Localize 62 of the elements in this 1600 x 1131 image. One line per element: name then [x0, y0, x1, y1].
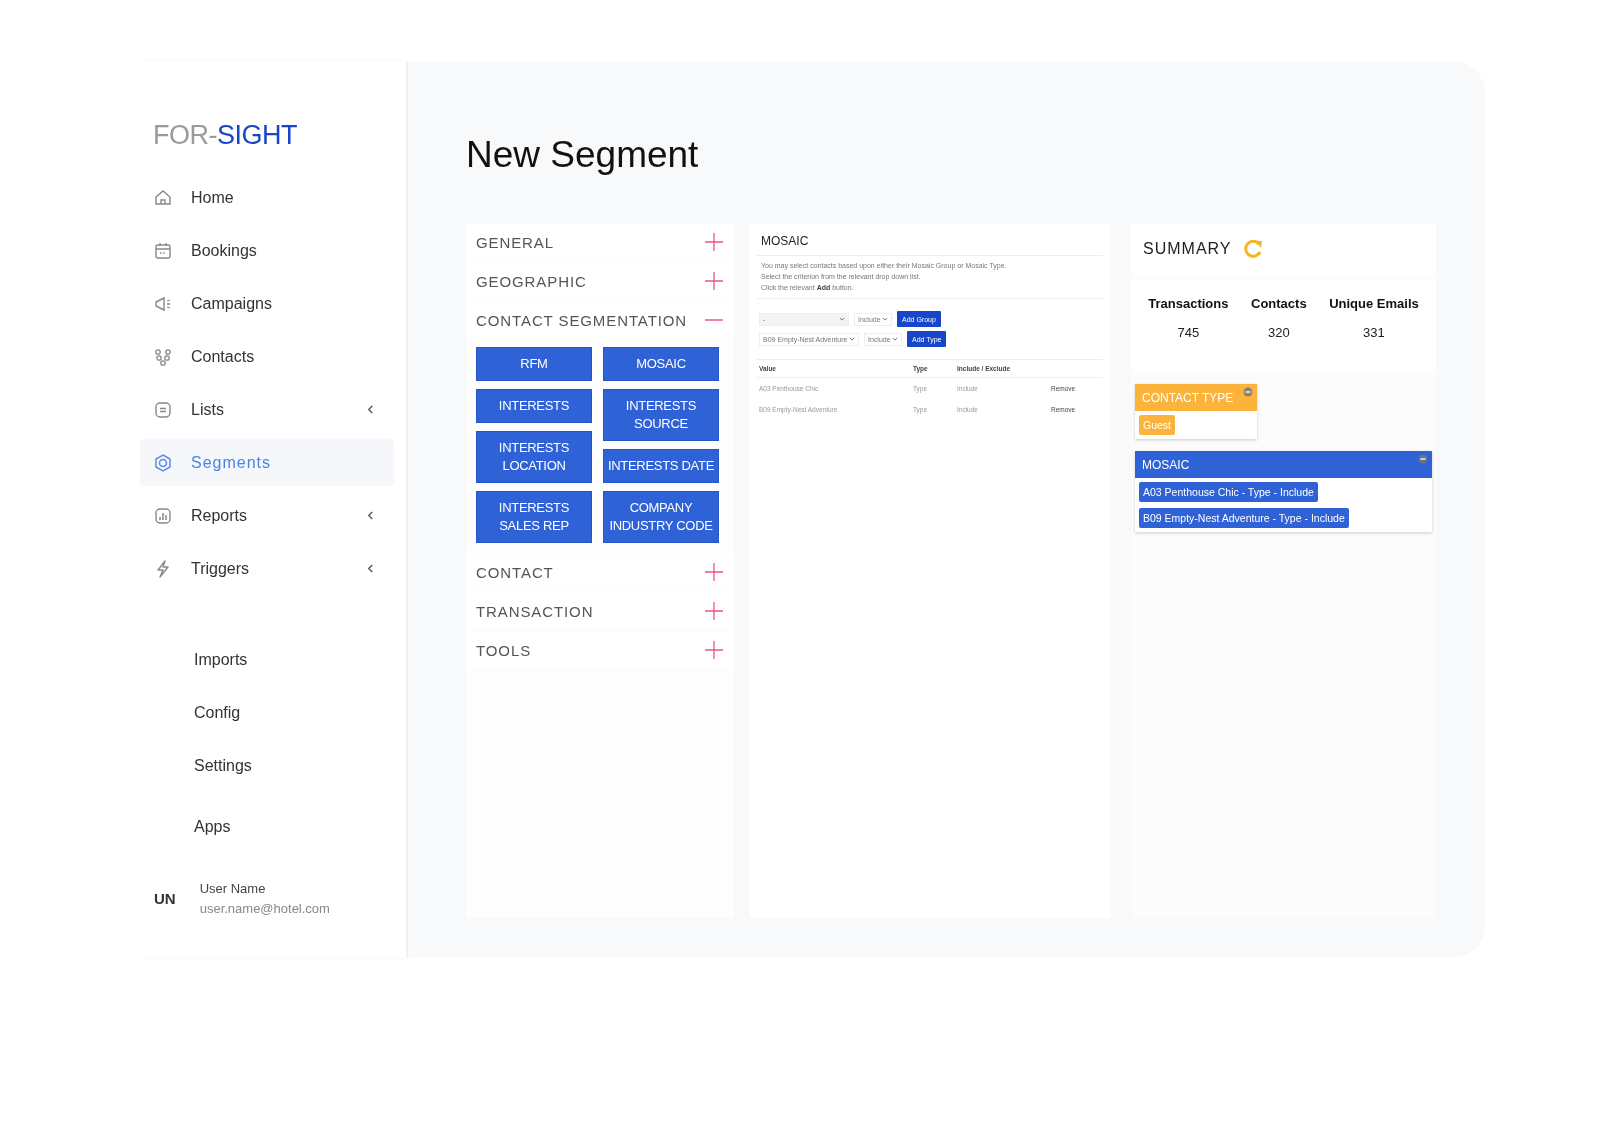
caret-icon — [849, 337, 855, 341]
nav-item[interactable]: Segments — [140, 439, 394, 486]
criteria-button[interactable]: INTERESTS — [476, 389, 592, 423]
criteria-button[interactable]: INTERESTS DATE — [603, 449, 719, 483]
list-icon — [153, 399, 173, 420]
plus-icon[interactable] — [704, 232, 724, 252]
filter-title: CONTACT TYPE — [1142, 390, 1234, 405]
remove-icon[interactable] — [1418, 454, 1428, 464]
user-email: user.name@hotel.com — [199, 901, 330, 916]
nav-link[interactable]: Config — [194, 693, 241, 733]
refresh-icon[interactable] — [1241, 238, 1264, 260]
nav-item[interactable]: Contacts — [140, 333, 394, 380]
remove-icon[interactable] — [1243, 387, 1254, 397]
criteria-button[interactable]: INTERESTS SOURCE — [603, 389, 719, 441]
section-title: TRANSACTION — [476, 602, 594, 620]
stat-value: 745 — [1177, 325, 1200, 340]
nav-item[interactable]: Home — [140, 174, 394, 221]
nav-item[interactable]: Bookings — [140, 227, 394, 274]
filter-title: MOSAIC — [1142, 457, 1190, 472]
criteria-button[interactable]: COMPANY INDUSTRY CODE — [603, 491, 719, 543]
criteria-button[interactable]: MOSAIC — [603, 347, 719, 381]
filter-tag: Guest — [1139, 415, 1175, 435]
stat-value: 331 — [1363, 325, 1385, 340]
nav-item[interactable]: Reports — [140, 492, 394, 539]
people-icon — [153, 346, 173, 367]
nav-item[interactable]: Triggers — [140, 545, 394, 592]
user-initials: UN — [154, 890, 176, 907]
nav-item[interactable]: Lists — [140, 386, 394, 433]
plus-icon[interactable] — [704, 562, 724, 582]
filter-tag: B09 Empty-Nest Adventure - Type - Include — [1139, 508, 1349, 528]
nav-item[interactable]: Campaigns — [140, 280, 394, 327]
caret-icon — [882, 317, 888, 321]
section-title: CONTACT — [476, 563, 554, 581]
criteria-button[interactable]: RFM — [476, 347, 592, 381]
criteria-button[interactable]: INTERESTS LOCATION — [476, 431, 592, 483]
logo: FOR-SIGHT — [153, 120, 298, 150]
stat-label: Unique Emails — [1329, 296, 1419, 311]
section-title: GENERAL — [476, 233, 554, 251]
stat-value: 320 — [1267, 325, 1290, 340]
calendar-icon — [153, 240, 173, 261]
nav-link[interactable]: Imports — [194, 640, 248, 680]
summary-title: SUMMARY — [1143, 240, 1232, 258]
criteria-button[interactable]: INTERESTS SALES REP — [476, 491, 592, 543]
caret-icon — [839, 317, 845, 321]
stat-label: Contacts — [1251, 296, 1307, 311]
panel-title: MOSAIC — [757, 232, 1103, 256]
caret-icon — [892, 337, 898, 341]
stat-label: Transactions — [1148, 296, 1229, 311]
home-icon — [153, 187, 173, 208]
bar-chart-icon — [153, 505, 173, 526]
nav-link[interactable]: Settings — [194, 746, 252, 786]
plus-icon[interactable] — [704, 640, 724, 660]
user-name: User Name — [199, 881, 267, 896]
plus-icon[interactable] — [704, 271, 724, 291]
section-title: CONTACT SEGMENTATION — [476, 311, 688, 329]
nav-link[interactable]: Apps — [194, 807, 231, 847]
section-title: GEOGRAPHIC — [476, 272, 587, 290]
target-icon — [153, 452, 173, 473]
filter-tag: A03 Penthouse Chic - Type - Include — [1139, 482, 1318, 502]
section-title: TOOLS — [476, 641, 532, 659]
page-title: New Segment — [466, 134, 699, 177]
plus-icon[interactable] — [704, 601, 724, 621]
